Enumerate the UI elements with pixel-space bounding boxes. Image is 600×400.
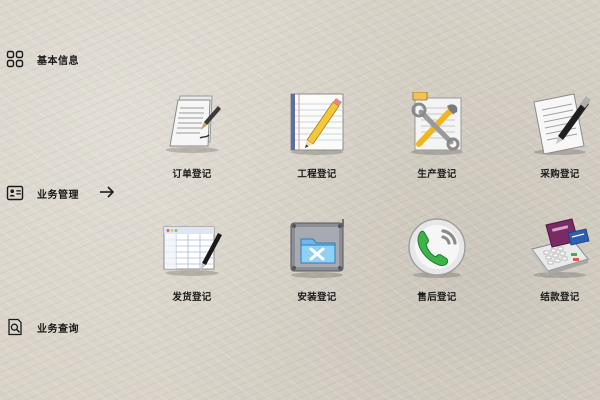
paper-pen-icon [533, 93, 591, 155]
tile-shipping-register[interactable]: 发货登记 [140, 215, 240, 325]
tile-label: 发货登记 [172, 292, 212, 303]
document-search-icon [8, 318, 22, 336]
sidebar-item-label: 基本信息 [37, 55, 79, 67]
sidebar-item-label: 业务查询 [37, 323, 79, 335]
sidebar: 基本信息 业务管理 业务查询 [0, 0, 140, 400]
tile-label: 生产登记 [417, 169, 457, 180]
sidebar-item-business-management[interactable]: 业务管理 [6, 181, 79, 205]
tile-label: 订单登记 [172, 169, 212, 180]
sidebar-item-basic-info[interactable]: 基本信息 [6, 47, 79, 71]
sidebar-item-label: 业务管理 [37, 189, 79, 201]
sidebar-item-business-query[interactable]: 业务查询 [6, 315, 79, 339]
tile-label: 采购登记 [540, 169, 580, 180]
tools-document-icon [411, 92, 463, 155]
tile-label: 安装登记 [297, 292, 337, 303]
document-pen-icon [166, 95, 221, 153]
tile-purchase-register[interactable]: 采购登记 [508, 92, 600, 202]
tile-label: 售后登记 [417, 292, 457, 303]
notebook-pencil-icon [290, 93, 344, 155]
tile-order-register[interactable]: 订单登记 [140, 92, 240, 202]
id-card-icon [6, 185, 24, 201]
tile-engineering-register[interactable]: 工程登记 [265, 92, 365, 202]
tile-label: 工程登记 [297, 169, 337, 180]
folder-tools-icon [290, 219, 344, 278]
tile-payment-register[interactable]: 结款登记 [508, 215, 600, 325]
tile-aftersale-register[interactable]: 售后登记 [385, 215, 485, 325]
tile-production-register[interactable]: 生产登记 [385, 92, 485, 202]
spreadsheet-pen-icon [163, 226, 222, 276]
phone-icon [408, 218, 466, 278]
arrow-right-icon [100, 186, 115, 198]
tile-label: 结款登记 [540, 292, 580, 303]
grid-icon [6, 50, 24, 68]
tile-install-register[interactable]: 安装登记 [265, 215, 365, 325]
card-payment-icon [531, 218, 590, 278]
